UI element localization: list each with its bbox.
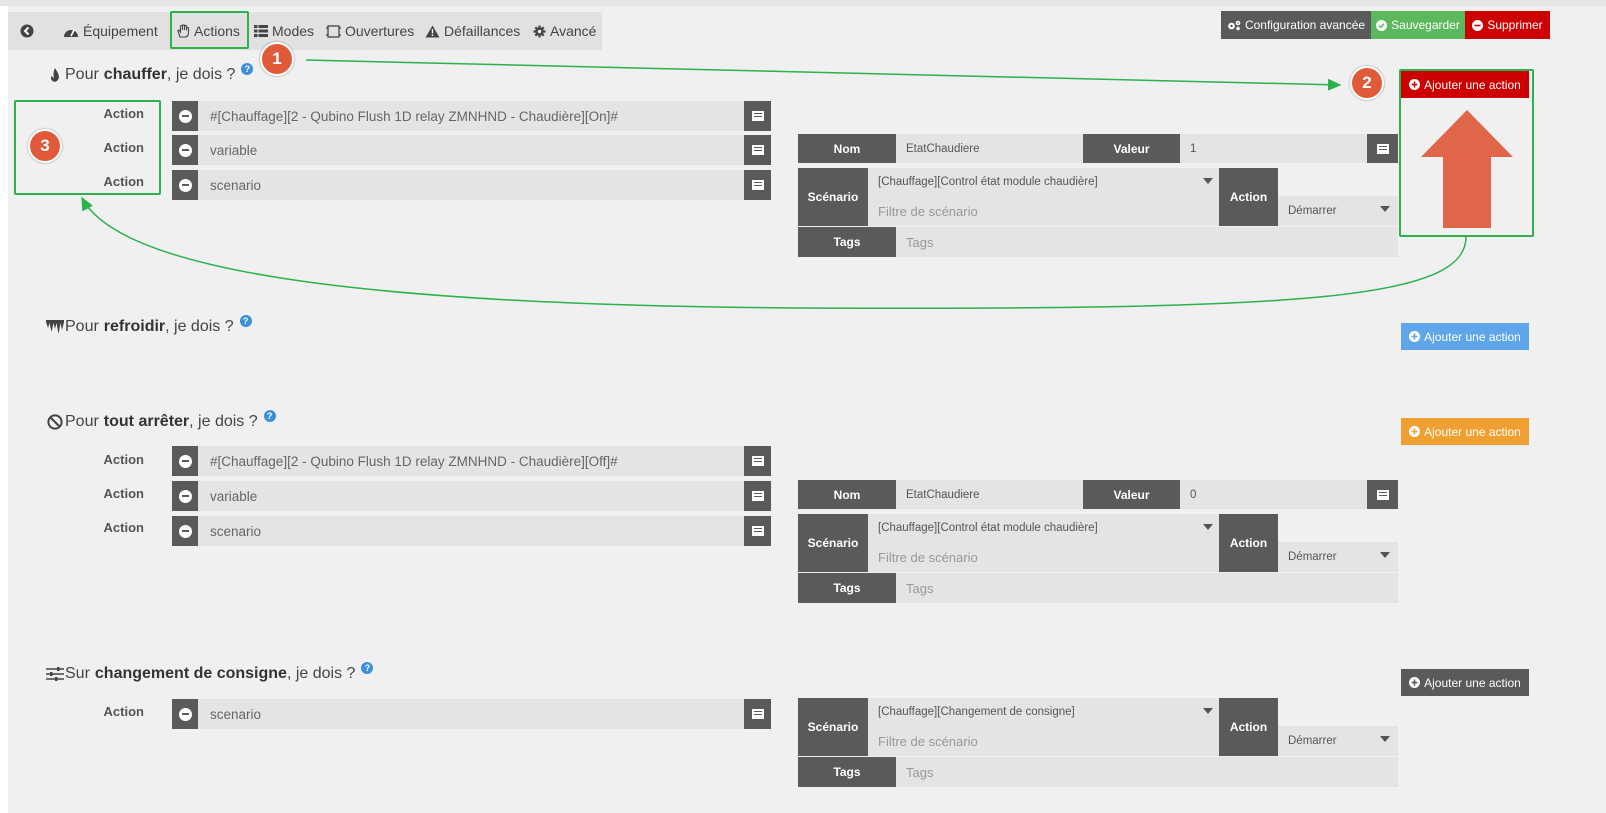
big-up-arrow-icon <box>1421 110 1513 228</box>
step-badge-3: 3 <box>28 129 62 163</box>
arrow-to-add-button <box>305 59 1342 91</box>
arrow-back-to-actions <box>81 196 1467 309</box>
step-badge-2: 2 <box>1350 66 1384 100</box>
step-badge-1: 1 <box>260 42 294 76</box>
annotation-arrows <box>81 59 1513 309</box>
